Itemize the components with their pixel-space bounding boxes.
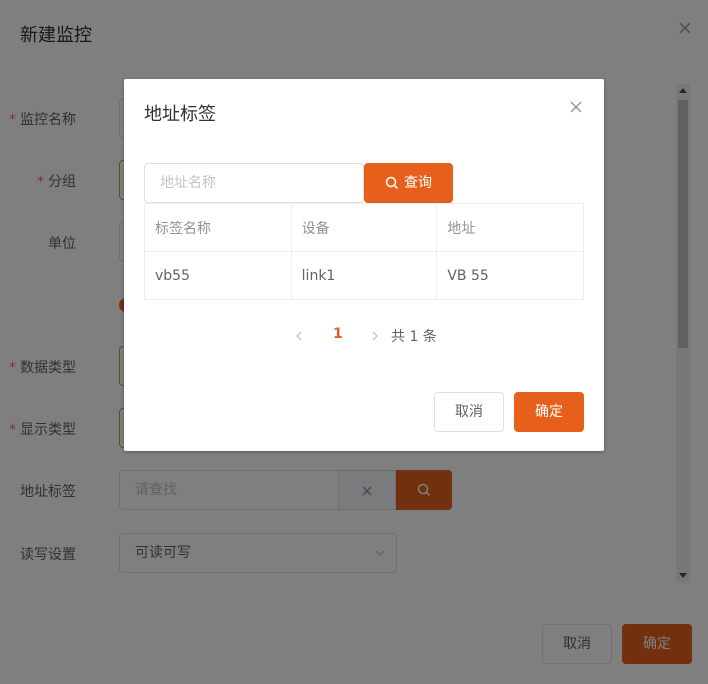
address-name-input[interactable]: 地址名称 [144, 163, 364, 203]
table-header-row: 标签名称 设备 地址 [144, 203, 584, 252]
address-tag-dialog: 地址标签 地址名称 查询 标签名称 设备 地址 vb55 link1 VB 55… [124, 79, 604, 451]
page-number-current[interactable]: 1 [333, 326, 343, 342]
column-header-address: 地址 [436, 203, 584, 252]
dialog-cancel-button[interactable]: 取消 [434, 392, 504, 432]
address-tag-table: 标签名称 设备 地址 vb55 link1 VB 55 [144, 203, 584, 300]
dialog-title: 地址标签 [144, 104, 216, 125]
dialog-confirm-button[interactable]: 确定 [514, 392, 584, 432]
pagination: 1 共 1 条 [124, 324, 604, 348]
cell-address: VB 55 [436, 251, 584, 300]
table-row[interactable]: vb55 link1 VB 55 [144, 251, 584, 300]
column-header-tag-name: 标签名称 [144, 203, 292, 252]
chevron-right-icon[interactable] [370, 331, 380, 341]
query-button-label: 查询 [404, 175, 432, 191]
cell-tag-name: vb55 [144, 251, 292, 300]
query-button[interactable]: 查询 [364, 163, 453, 203]
cell-device: link1 [290, 251, 438, 300]
column-header-device: 设备 [290, 203, 438, 252]
chevron-left-icon[interactable] [294, 331, 304, 341]
search-icon [385, 176, 399, 190]
pagination-total: 共 1 条 [391, 329, 437, 345]
close-icon[interactable] [568, 99, 584, 115]
